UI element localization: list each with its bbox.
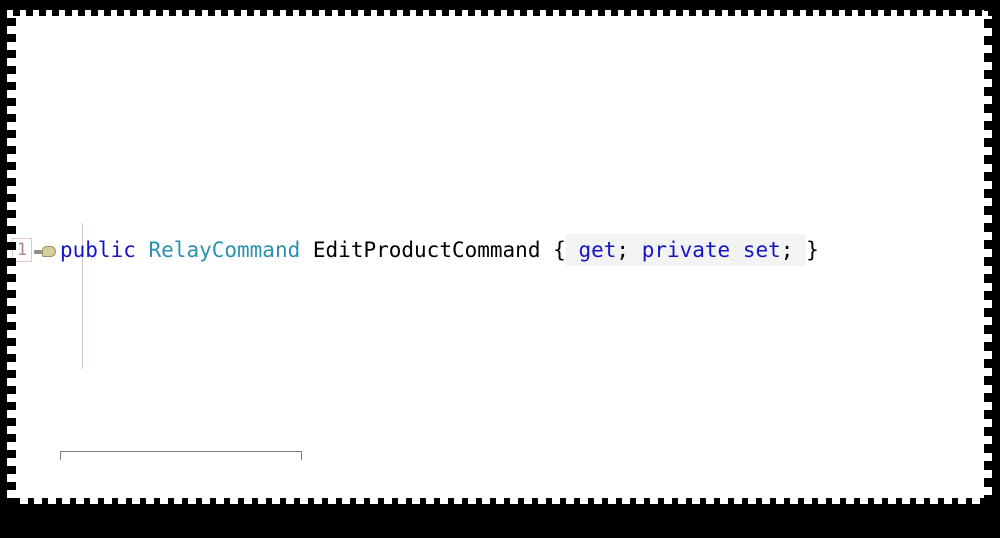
brace-close: } — [806, 238, 819, 262]
keyword-private: private — [641, 238, 731, 262]
property-icon[interactable] — [34, 240, 56, 260]
code-line-blank[interactable] — [6, 394, 994, 426]
semicolon: ; — [616, 238, 630, 262]
gutter: 1 — [6, 234, 60, 266]
semicolon: ; — [780, 238, 794, 262]
line-number: 1 — [12, 238, 32, 262]
code-line[interactable]: 1 public RelayCommand EditProductCommand… — [6, 234, 994, 266]
torn-edge-bottom — [0, 498, 1000, 538]
accessor-block: get; private set; — [565, 234, 807, 266]
screenshot-frame: 1 public RelayCommand EditProductCommand… — [0, 0, 1000, 538]
code-content[interactable] — [60, 394, 994, 426]
code-editor[interactable]: 1 public RelayCommand EditProductCommand… — [6, 10, 994, 504]
code-content[interactable]: public RelayCommand EditProductCommand {… — [60, 234, 994, 266]
keyword-public: public — [60, 238, 136, 262]
keyword-set: set — [742, 238, 781, 262]
brace-open: { — [553, 238, 566, 262]
keyword-get: get — [578, 238, 617, 262]
gutter — [6, 394, 60, 426]
type-relaycommand: RelayCommand — [148, 238, 301, 262]
collapsed-region-bracket — [60, 451, 302, 460]
identifier-editproductcommand: EditProductCommand — [312, 238, 541, 262]
